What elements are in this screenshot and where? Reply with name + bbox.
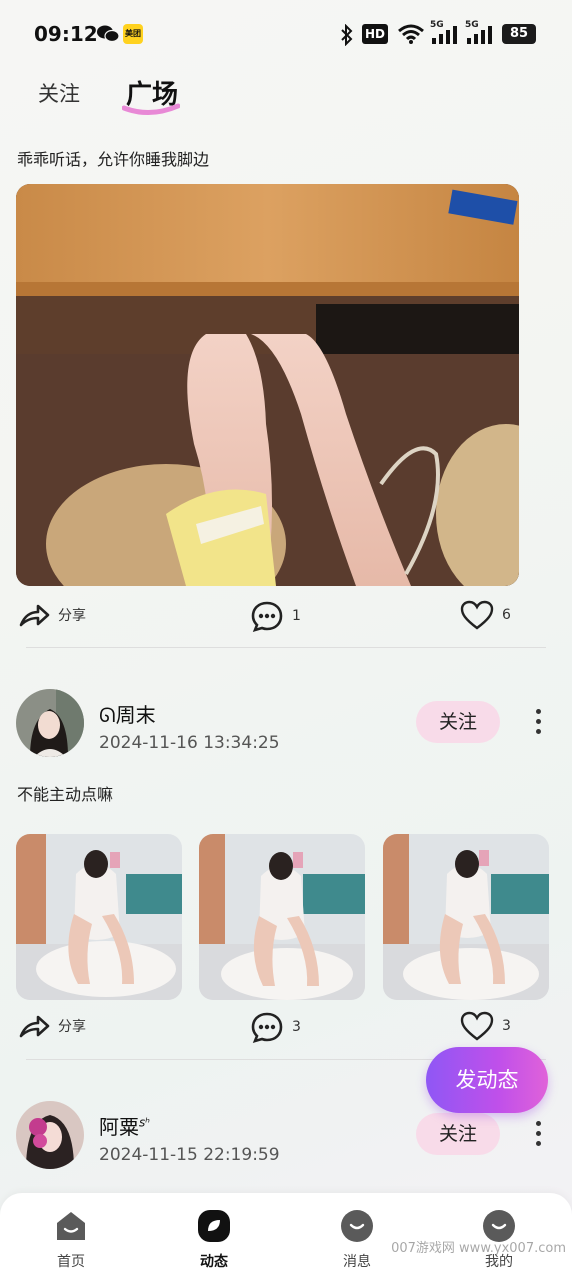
post-actions: 分享 3 3: [0, 1011, 572, 1047]
post-thumbnail-2[interactable]: [199, 834, 365, 1000]
more-options-icon[interactable]: [528, 1121, 548, 1149]
tab-follow[interactable]: 关注: [38, 78, 80, 108]
share-button[interactable]: 分享: [18, 1011, 86, 1041]
status-time: 09:12: [34, 22, 98, 46]
post-thumbnail-3[interactable]: [383, 834, 549, 1000]
nav-item-home[interactable]: 首页: [31, 1209, 111, 1271]
nav-item-messages[interactable]: 消息: [317, 1209, 397, 1271]
like-count: 6: [502, 607, 511, 623]
comment-icon: [251, 601, 283, 632]
comment-count: 1: [292, 608, 301, 624]
post-divider: [26, 647, 546, 648]
post-caption: 乖乖听话，允许你睡我脚边: [17, 150, 210, 169]
post-thumbnail-1[interactable]: [16, 834, 182, 1000]
share-label: 分享: [58, 608, 86, 624]
signal-icon-2: [467, 26, 492, 44]
hd-badge: HD: [362, 24, 388, 44]
wifi-icon: [398, 24, 424, 44]
username-text: 阿粟: [99, 1115, 139, 1139]
moments-icon: [198, 1210, 230, 1242]
post-time: 2024-11-16 13:34:25: [99, 733, 280, 753]
like-count: 3: [502, 1018, 511, 1034]
active-tab-underline: [122, 103, 180, 115]
post-header: ᘏ周末 2024-11-16 13:34:25 关注: [0, 689, 572, 759]
site-watermark: 007游戏网 www.yx007.com: [391, 1241, 566, 1256]
like-button[interactable]: 3: [460, 1011, 511, 1041]
share-button[interactable]: 分享: [18, 600, 86, 630]
photo-thumbnail: [383, 834, 549, 1000]
battery-indicator: 85: [502, 24, 536, 44]
avatar[interactable]: [16, 1101, 84, 1169]
post-caption: 不能主动点嘛: [17, 785, 114, 804]
comment-icon: [251, 1012, 283, 1043]
comment-count: 3: [292, 1019, 301, 1035]
home-icon: [57, 1212, 85, 1240]
post-time: 2024-11-15 22:19:59: [99, 1145, 280, 1165]
share-icon: [19, 1015, 50, 1038]
heart-icon: [460, 1011, 494, 1041]
status-bar: 09:12 美团 HD 5G 5G 85: [0, 0, 572, 66]
share-label: 分享: [58, 1019, 86, 1035]
post-photo[interactable]: [16, 184, 519, 586]
avatar-image: [16, 1101, 84, 1169]
username-suffix: sʰ: [139, 1115, 151, 1130]
nav-label-home: 首页: [57, 1254, 85, 1270]
post-moment-button[interactable]: 发动态: [426, 1047, 548, 1113]
follow-button[interactable]: 关注: [416, 701, 500, 743]
message-icon: [341, 1210, 373, 1242]
wechat-icon: [97, 25, 119, 43]
share-icon: [19, 604, 50, 627]
comment-button[interactable]: 1: [250, 600, 301, 632]
nav-label-moments: 动态: [200, 1254, 228, 1270]
nav-item-moments[interactable]: 动态: [174, 1209, 254, 1271]
avatar-image: [16, 689, 84, 757]
nav-label-messages: 消息: [343, 1254, 371, 1270]
heart-icon: [460, 600, 494, 630]
more-options-icon[interactable]: [528, 709, 548, 737]
bluetooth-icon: [341, 24, 353, 46]
post-actions: 分享 1 6: [0, 600, 572, 636]
signal-icon: [432, 26, 457, 44]
username[interactable]: 阿粟sʰ: [99, 1111, 150, 1140]
comment-button[interactable]: 3: [250, 1011, 301, 1043]
photo-thumbnail: [16, 834, 182, 1000]
photo-desk-legs: [16, 184, 519, 586]
follow-button[interactable]: 关注: [416, 1113, 500, 1155]
bottom-nav: 首页 动态 消息 我的 007游戏网 www.yx007.com: [0, 1193, 572, 1279]
photo-thumbnail: [199, 834, 365, 1000]
avatar[interactable]: [16, 689, 84, 757]
username[interactable]: ᘏ周末: [99, 699, 156, 728]
meituan-badge: 美团: [123, 24, 143, 44]
like-button[interactable]: 6: [460, 600, 511, 630]
